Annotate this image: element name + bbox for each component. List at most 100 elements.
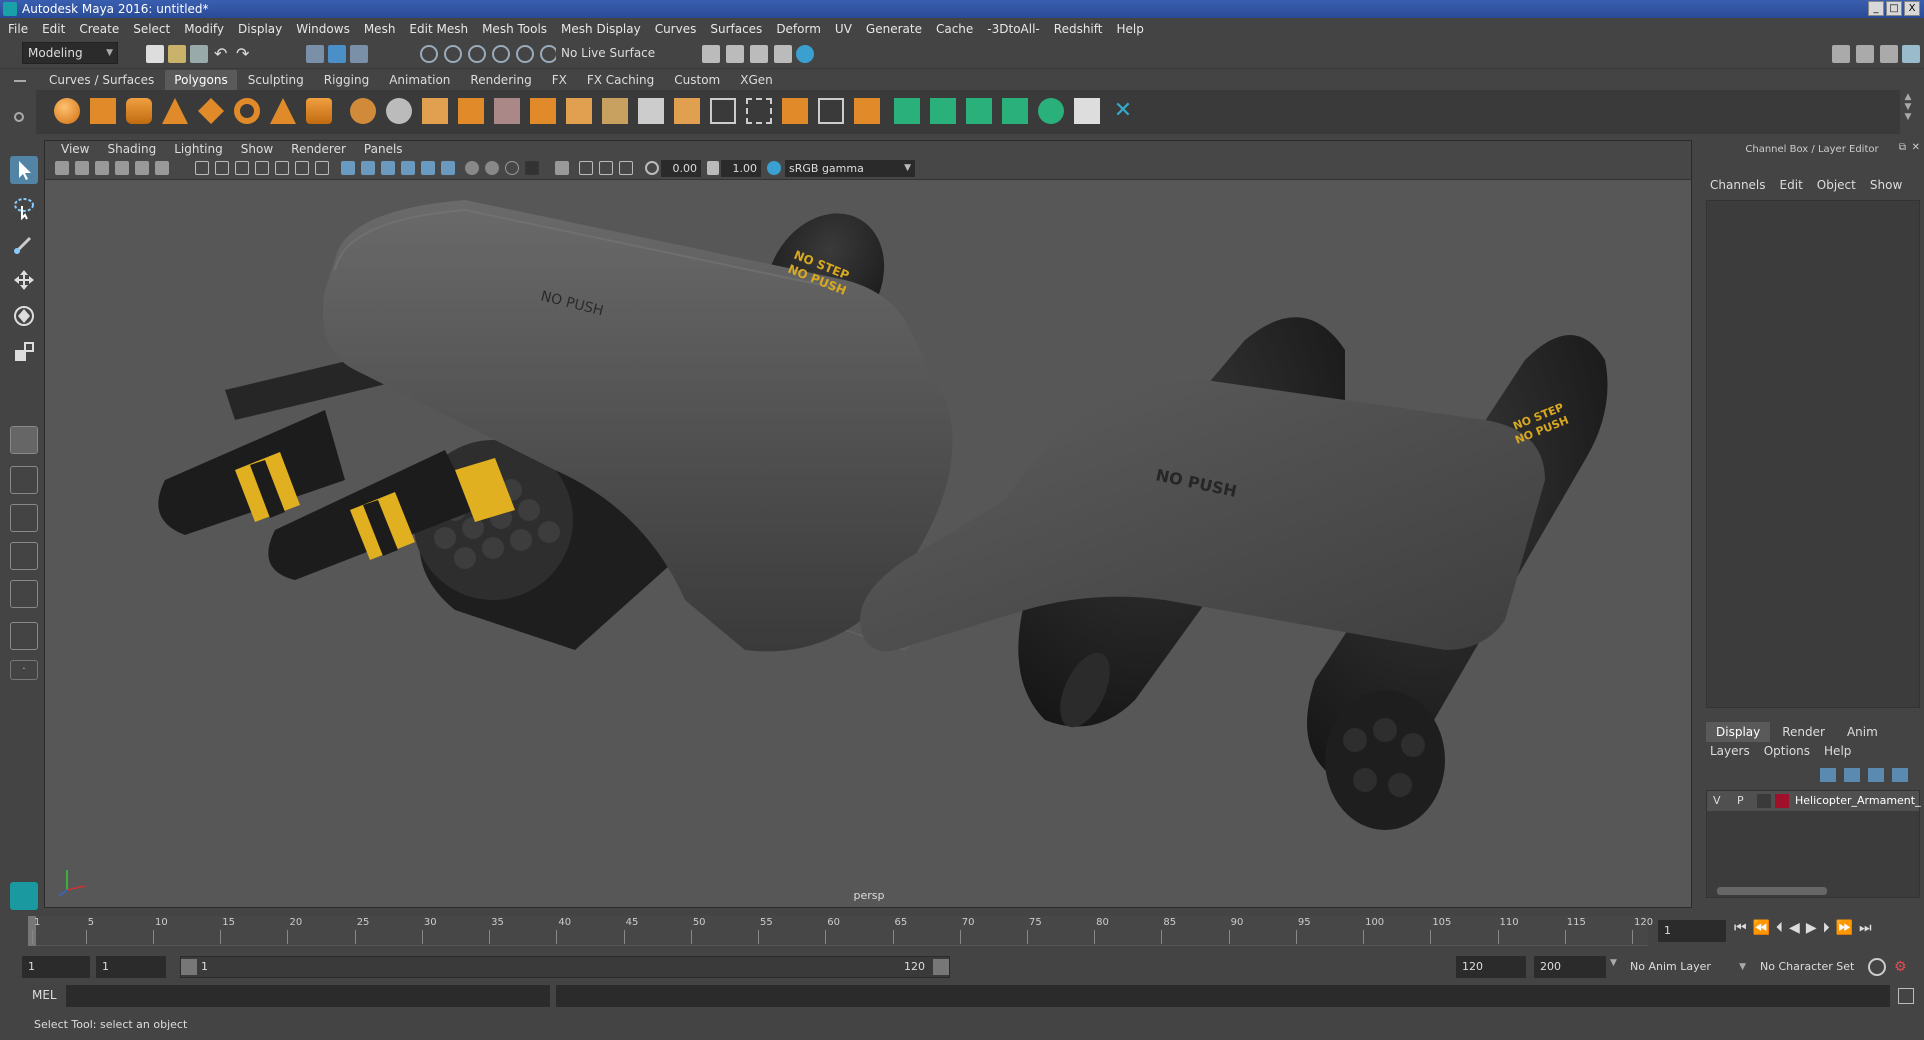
tab-anim[interactable]: Anim: [1837, 722, 1888, 742]
film-gate-icon[interactable]: [215, 161, 229, 175]
layer-playback-toggle[interactable]: P: [1737, 794, 1744, 807]
color-management-icon[interactable]: [767, 161, 781, 175]
default-material-icon[interactable]: [381, 161, 395, 175]
menu-redshift[interactable]: Redshift: [1054, 22, 1103, 36]
close-button[interactable]: X: [1904, 1, 1920, 16]
step-forward-frame-icon[interactable]: ⏵: [1823, 920, 1830, 936]
range-start-handle[interactable]: [181, 959, 197, 975]
open-scene-icon[interactable]: [168, 45, 186, 63]
channel-box-toggle-icon[interactable]: [1902, 45, 1920, 63]
grid-toggle-icon[interactable]: [195, 161, 209, 175]
new-empty-layer-icon[interactable]: [1868, 768, 1884, 782]
menu-uv[interactable]: UV: [835, 22, 852, 36]
motion-blur-icon[interactable]: [505, 161, 519, 175]
persp-hypershade-layout-icon[interactable]: [10, 580, 38, 608]
exposure-icon[interactable]: [645, 161, 659, 175]
anim-layer-dropdown[interactable]: No Anim Layer ▼: [1624, 956, 1750, 978]
go-to-start-icon[interactable]: ⏮: [1734, 920, 1747, 936]
playback-start-field[interactable]: 1: [96, 956, 166, 978]
color-space-dropdown[interactable]: sRGB gamma ▼: [785, 160, 915, 177]
step-forward-key-icon[interactable]: ⏩: [1836, 920, 1853, 936]
smooth-icon[interactable]: [422, 98, 448, 124]
layer-list[interactable]: V P Helicopter_Armament_: [1706, 790, 1921, 898]
channel-list[interactable]: [1706, 200, 1920, 708]
scale-tool-icon[interactable]: [10, 338, 38, 366]
tab-render[interactable]: Render: [1772, 722, 1835, 742]
help-menu[interactable]: Help: [1824, 744, 1851, 758]
menuset-dropdown[interactable]: Modeling ▼: [22, 42, 118, 64]
attribute-editor-icon[interactable]: [1856, 45, 1874, 63]
options-menu[interactable]: Options: [1764, 744, 1810, 758]
uv-unfold-icon[interactable]: [1038, 98, 1064, 124]
snap-grid-icon[interactable]: [420, 45, 438, 63]
separate-icon[interactable]: [386, 98, 412, 124]
vp-menu-show[interactable]: Show: [241, 141, 273, 158]
insert-edge-loop-icon[interactable]: [710, 98, 736, 124]
textured-icon[interactable]: [421, 161, 435, 175]
ambient-occlusion-icon[interactable]: [485, 161, 499, 175]
gamma-field[interactable]: 1.00: [721, 160, 761, 177]
extract-icon[interactable]: [458, 98, 484, 124]
image-plane-icon[interactable]: [115, 161, 129, 175]
poly-torus-icon[interactable]: [234, 98, 260, 124]
step-back-key-icon[interactable]: ⏪: [1753, 920, 1770, 936]
menu-deform[interactable]: Deform: [776, 22, 821, 36]
menu-3dtoall[interactable]: -3DtoAll-: [987, 22, 1039, 36]
multi-cut-icon[interactable]: [566, 98, 592, 124]
grease-pencil-icon[interactable]: [155, 161, 169, 175]
safe-title-icon[interactable]: [315, 161, 329, 175]
menu-cache[interactable]: Cache: [936, 22, 973, 36]
go-to-end-icon[interactable]: ⏭: [1859, 920, 1872, 936]
redo-icon[interactable]: ↷: [236, 45, 254, 63]
shelf-settings-gear-icon[interactable]: [14, 112, 24, 122]
vp-menu-view[interactable]: View: [61, 141, 89, 158]
maximize-button[interactable]: □: [1886, 1, 1902, 16]
viewport-panel[interactable]: View Shading Lighting Show Renderer Pane…: [44, 140, 1692, 908]
poly-plane-icon[interactable]: [198, 98, 224, 124]
tab-xgen[interactable]: XGen: [731, 70, 782, 90]
rotate-tool-icon[interactable]: [10, 302, 38, 330]
select-component-icon[interactable]: [350, 45, 368, 63]
xray-active-icon[interactable]: [619, 161, 633, 175]
snap-surface-icon[interactable]: [516, 45, 534, 63]
menu-modify[interactable]: Modify: [184, 22, 224, 36]
menu-mesh[interactable]: Mesh: [364, 22, 396, 36]
hypershade-icon[interactable]: [796, 45, 814, 63]
safe-action-icon[interactable]: [295, 161, 309, 175]
show-menu[interactable]: Show: [1870, 178, 1902, 192]
more-layouts-icon[interactable]: ·: [10, 660, 38, 680]
snap-curve-icon[interactable]: [444, 45, 462, 63]
poly-sphere-icon[interactable]: [54, 98, 80, 124]
offset-edge-loop-icon[interactable]: [746, 98, 772, 124]
move-layer-up-icon[interactable]: [1820, 768, 1836, 782]
channels-menu[interactable]: Channels: [1710, 178, 1766, 192]
tab-custom[interactable]: Custom: [665, 70, 729, 90]
cylindrical-map-icon[interactable]: [930, 98, 956, 124]
planar-map-icon[interactable]: [894, 98, 920, 124]
bevel-icon[interactable]: [674, 98, 700, 124]
poly-cube-icon[interactable]: [90, 98, 116, 124]
poly-cylinder-icon[interactable]: [126, 98, 152, 124]
tab-rendering[interactable]: Rendering: [461, 70, 540, 90]
new-scene-icon[interactable]: [146, 45, 164, 63]
bookmark-icon[interactable]: [95, 161, 109, 175]
select-tool-icon[interactable]: [10, 156, 38, 184]
new-layer-selected-icon[interactable]: [1892, 768, 1908, 782]
tab-animation[interactable]: Animation: [380, 70, 459, 90]
menu-display[interactable]: Display: [238, 22, 282, 36]
right-weapon-pod[interactable]: NO PUSH NO STEP NO PUSH: [860, 317, 1608, 830]
animation-prefs-icon[interactable]: ⚙: [1894, 958, 1912, 976]
tab-polygons[interactable]: Polygons: [165, 70, 237, 90]
layer-scrollbar[interactable]: [1717, 887, 1827, 895]
script-editor-icon[interactable]: [1898, 988, 1914, 1004]
uv-editor-icon[interactable]: [1074, 98, 1100, 124]
menu-curves[interactable]: Curves: [655, 22, 697, 36]
uv-layout-icon[interactable]: ✕: [1110, 98, 1136, 124]
outliner-layout-icon[interactable]: [10, 622, 38, 650]
merge-icon[interactable]: [818, 98, 844, 124]
spherical-map-icon[interactable]: [966, 98, 992, 124]
start-time-field[interactable]: 1: [22, 956, 90, 978]
range-slider[interactable]: 1 120: [180, 956, 950, 978]
smooth-shade-icon[interactable]: [361, 161, 375, 175]
tab-curves-surfaces[interactable]: Curves / Surfaces: [40, 70, 163, 90]
